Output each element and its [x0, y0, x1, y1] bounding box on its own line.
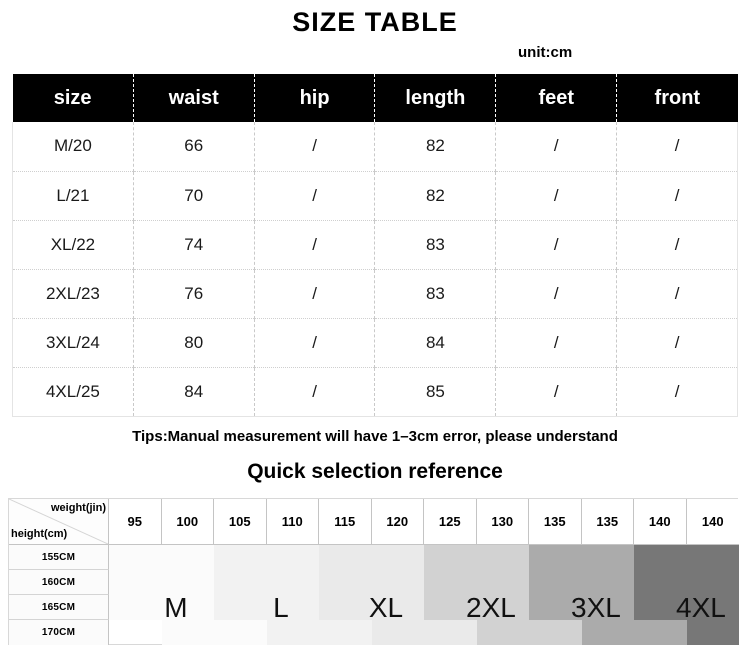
tips-text: Tips:Manual measurement will have 1–3cm … [132, 428, 618, 445]
size-zone-block-step [476, 620, 582, 645]
cell-waist: 74 [133, 220, 255, 270]
cell-length: 83 [374, 269, 497, 319]
cell-feet: / [495, 171, 618, 221]
table-header-row: size waist hip length feet front [12, 74, 738, 122]
size-zone-block-step [371, 620, 477, 645]
weight-column-header: 100 [161, 499, 214, 545]
axis-corner-cell: weight(jin) height(cm) [9, 499, 109, 545]
cell-hip: / [254, 220, 376, 270]
column-header-feet: feet [495, 74, 618, 122]
size-zone-block [214, 545, 319, 620]
cell-front: / [616, 171, 738, 221]
cell-hip: / [254, 171, 376, 221]
cell-front: / [616, 269, 738, 319]
weight-column-header: 130 [476, 499, 529, 545]
table-row: 4XL/25 84 / 85 / / [12, 367, 738, 417]
cell-feet: / [495, 269, 618, 319]
weight-axis-label: weight(jin) [51, 502, 106, 514]
cell-size: 3XL/24 [12, 318, 134, 368]
size-zone-block [319, 545, 424, 620]
column-header-size: size [12, 74, 134, 122]
weight-column-header: 140 [634, 499, 687, 545]
column-header-length: length [374, 74, 497, 122]
quick-selection-grid-container: weight(jin) height(cm) 95 100 105 110 115 120… [8, 498, 739, 645]
cell-size: 4XL/25 [12, 367, 134, 417]
cell-feet: / [495, 220, 618, 270]
size-zone-block-step [161, 620, 267, 645]
cell-length: 82 [374, 122, 497, 172]
height-row-label: 160CM [9, 570, 109, 595]
cell-front: / [616, 220, 738, 270]
size-table-body: M/20 66 / 82 / / L/21 70 / 82 / / XL/22 … [12, 122, 738, 417]
cell-front: / [616, 367, 738, 417]
size-zone-block [109, 545, 214, 620]
height-row-label: 170CM [9, 620, 109, 645]
cell-size: M/20 [12, 122, 134, 172]
page-title: SIZE TABLE [292, 7, 458, 37]
height-row-label: 155CM [9, 545, 109, 570]
unit-label: unit:cm [518, 44, 573, 61]
cell-length: 83 [374, 220, 497, 270]
table-row: M/20 66 / 82 / / [12, 122, 738, 172]
cell-front: / [616, 318, 738, 368]
size-zone-block [529, 545, 634, 620]
weight-column-header: 135 [529, 499, 582, 545]
size-zone-block-step [266, 620, 372, 645]
cell-waist: 80 [133, 318, 255, 368]
column-header-hip: hip [254, 74, 376, 122]
size-zone-block [424, 545, 529, 620]
cell-feet: / [495, 122, 618, 172]
cell-feet: / [495, 367, 618, 417]
height-row-label: 165CM [9, 595, 109, 620]
weight-column-header: 105 [214, 499, 267, 545]
quick-selection-heading: Quick selection reference [247, 460, 503, 483]
cell-front: / [616, 122, 738, 172]
weight-column-header: 115 [319, 499, 372, 545]
table-row: XL/22 74 / 83 / / [12, 220, 738, 270]
cell-waist: 84 [133, 367, 255, 417]
cell-length: 85 [374, 367, 497, 417]
cell-length: 84 [374, 318, 497, 368]
size-table-container: size waist hip length feet front M/20 66… [12, 74, 738, 417]
weight-column-header: 120 [371, 499, 424, 545]
size-table: size waist hip length feet front M/20 66… [12, 74, 738, 417]
table-row: 3XL/24 80 / 84 / / [12, 318, 738, 368]
cell-hip: / [254, 367, 376, 417]
height-axis-label: height(cm) [11, 528, 68, 540]
cell-feet: / [495, 318, 618, 368]
weight-column-header: 125 [424, 499, 477, 545]
table-row: 2XL/23 76 / 83 / / [12, 269, 738, 319]
size-zone-block-step [581, 620, 687, 645]
cell-waist: 66 [133, 122, 255, 172]
weight-column-header: 110 [266, 499, 319, 545]
size-zone-block-step [686, 620, 739, 645]
size-zone-block [634, 545, 739, 620]
cell-waist: 76 [133, 269, 255, 319]
cell-size: XL/22 [12, 220, 134, 270]
cell-size: L/21 [12, 171, 134, 221]
cell-size: 2XL/23 [12, 269, 134, 319]
weight-column-header: 135 [581, 499, 634, 545]
column-header-front: front [616, 74, 738, 122]
weight-column-header: 140 [686, 499, 739, 545]
quick-selection-grid: weight(jin) height(cm) 95 100 105 110 115 120… [8, 498, 739, 645]
table-row: L/21 70 / 82 / / [12, 171, 738, 221]
weight-column-header: 95 [109, 499, 162, 545]
column-header-waist: waist [133, 74, 255, 122]
size-table-header: size waist hip length feet front [12, 74, 738, 122]
cell-hip: / [254, 122, 376, 172]
cell-length: 82 [374, 171, 497, 221]
cell-hip: / [254, 318, 376, 368]
cell-hip: / [254, 269, 376, 319]
cell-waist: 70 [133, 171, 255, 221]
